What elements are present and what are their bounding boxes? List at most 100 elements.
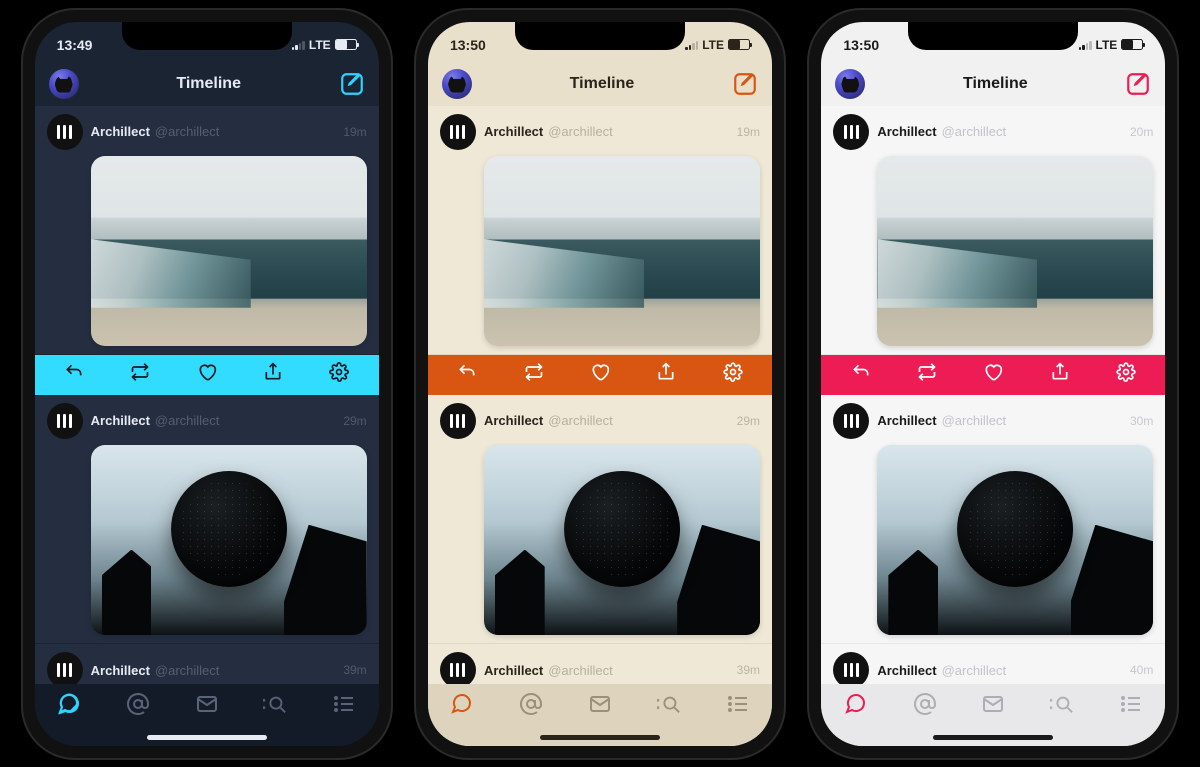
profile-avatar[interactable] — [835, 69, 865, 99]
tweet-avatar[interactable] — [440, 114, 476, 150]
tweet[interactable]: Archillect@archillect 19m — [35, 106, 379, 355]
tab-lists[interactable] — [332, 692, 356, 721]
retweet-button[interactable] — [130, 362, 150, 387]
tweet[interactable]: Archillect@archillect39m instagram.com/a… — [428, 644, 772, 683]
share-button[interactable] — [263, 362, 283, 387]
tweet-time: 40m — [1130, 663, 1153, 677]
list-icon — [332, 692, 356, 716]
tab-mentions[interactable] — [913, 692, 937, 721]
profile-avatar[interactable] — [49, 69, 79, 99]
tab-lists[interactable] — [1119, 692, 1143, 721]
settings-button[interactable] — [329, 362, 349, 387]
home-indicator[interactable] — [540, 735, 660, 740]
tweet-time: 30m — [1130, 414, 1153, 428]
tweet[interactable]: Archillect@archillect29m — [428, 395, 772, 644]
compose-icon — [1125, 71, 1151, 97]
tweet[interactable]: Archillect@archillect40m instagram.com/a… — [821, 644, 1165, 683]
nav-bar: Timeline — [821, 62, 1165, 106]
timeline-feed[interactable]: Archillect@archillect19m Archillect@arch… — [428, 106, 772, 684]
tweet-image[interactable] — [91, 156, 367, 346]
tab-messages[interactable] — [588, 692, 612, 721]
search-icon — [263, 692, 287, 716]
tweet-image[interactable] — [484, 445, 760, 635]
tweet-avatar[interactable] — [47, 652, 83, 683]
tweet-handle: @archillect — [155, 124, 220, 139]
tweet-author: Archillect — [91, 124, 150, 139]
tweet-avatar[interactable] — [47, 403, 83, 439]
tweet-time: 19m — [737, 125, 760, 139]
at-icon — [126, 692, 150, 716]
reply-button[interactable] — [851, 362, 871, 387]
tweet-avatar[interactable] — [440, 652, 476, 683]
tab-timeline[interactable] — [450, 692, 474, 721]
tweet[interactable]: Archillect@archillect19m — [428, 106, 772, 355]
tweet-image[interactable] — [91, 445, 367, 635]
tweet-avatar[interactable] — [833, 114, 869, 150]
tweet-image[interactable] — [877, 445, 1153, 635]
tweet[interactable]: Archillect@archillect 29m — [35, 395, 379, 644]
tweet-time: 29m — [737, 414, 760, 428]
tweet-handle: @archillect — [548, 663, 613, 678]
reply-button[interactable] — [457, 362, 477, 387]
compose-icon — [339, 71, 365, 97]
tab-search[interactable] — [263, 692, 287, 721]
settings-button[interactable] — [1116, 362, 1136, 387]
compose-button[interactable] — [339, 71, 365, 97]
tweet-time: 29m — [343, 414, 366, 428]
status-network: LTE — [1096, 38, 1118, 52]
like-button[interactable] — [197, 362, 217, 387]
tab-timeline[interactable] — [57, 692, 81, 721]
tweet-handle: @archillect — [548, 124, 613, 139]
status-time: 13:50 — [450, 37, 486, 53]
compose-button[interactable] — [1125, 71, 1151, 97]
tweet-avatar[interactable] — [833, 403, 869, 439]
tweet-avatar[interactable] — [47, 114, 83, 150]
chat-bubble-icon — [57, 692, 81, 716]
tab-messages[interactable] — [195, 692, 219, 721]
compose-button[interactable] — [732, 71, 758, 97]
tab-mentions[interactable] — [126, 692, 150, 721]
tab-messages[interactable] — [981, 692, 1005, 721]
gear-icon — [329, 362, 349, 382]
compose-icon — [732, 71, 758, 97]
profile-avatar[interactable] — [442, 69, 472, 99]
tweet-image[interactable] — [484, 156, 760, 346]
status-time: 13:50 — [843, 37, 879, 53]
share-icon — [656, 362, 676, 382]
tab-mentions[interactable] — [519, 692, 543, 721]
settings-button[interactable] — [723, 362, 743, 387]
home-indicator[interactable] — [147, 735, 267, 740]
share-button[interactable] — [656, 362, 676, 387]
timeline-feed[interactable]: Archillect@archillect20m Archillect@arch… — [821, 106, 1165, 684]
like-button[interactable] — [983, 362, 1003, 387]
list-icon — [726, 692, 750, 716]
tweet-avatar[interactable] — [833, 652, 869, 683]
mail-icon — [588, 692, 612, 716]
share-button[interactable] — [1050, 362, 1070, 387]
at-icon — [913, 692, 937, 716]
tweet[interactable]: Archillect@archillect30m — [821, 395, 1165, 644]
tweet-avatar[interactable] — [440, 403, 476, 439]
tweet[interactable]: Archillect@archillect 39m instagram.com/… — [35, 644, 379, 683]
reply-button[interactable] — [64, 362, 84, 387]
timeline-feed[interactable]: Archillect@archillect 19m Archillect@arc… — [35, 106, 379, 684]
retweet-button[interactable] — [524, 362, 544, 387]
chat-bubble-icon — [450, 692, 474, 716]
signal-icon — [685, 40, 698, 50]
at-icon — [519, 692, 543, 716]
notch — [908, 22, 1078, 50]
chat-bubble-icon — [844, 692, 868, 716]
like-button[interactable] — [590, 362, 610, 387]
phone-light: 13:50 LTE Timeline Archillect@archillect… — [807, 8, 1179, 760]
tab-lists[interactable] — [726, 692, 750, 721]
search-icon — [1050, 692, 1074, 716]
retweet-button[interactable] — [917, 362, 937, 387]
tab-timeline[interactable] — [844, 692, 868, 721]
phone-dark: 13:49 LTE Timeline Archillect@archillect… — [21, 8, 393, 760]
gear-icon — [723, 362, 743, 382]
tweet[interactable]: Archillect@archillect20m — [821, 106, 1165, 355]
tweet-image[interactable] — [877, 156, 1153, 346]
tab-search[interactable] — [1050, 692, 1074, 721]
home-indicator[interactable] — [933, 735, 1053, 740]
tab-search[interactable] — [657, 692, 681, 721]
